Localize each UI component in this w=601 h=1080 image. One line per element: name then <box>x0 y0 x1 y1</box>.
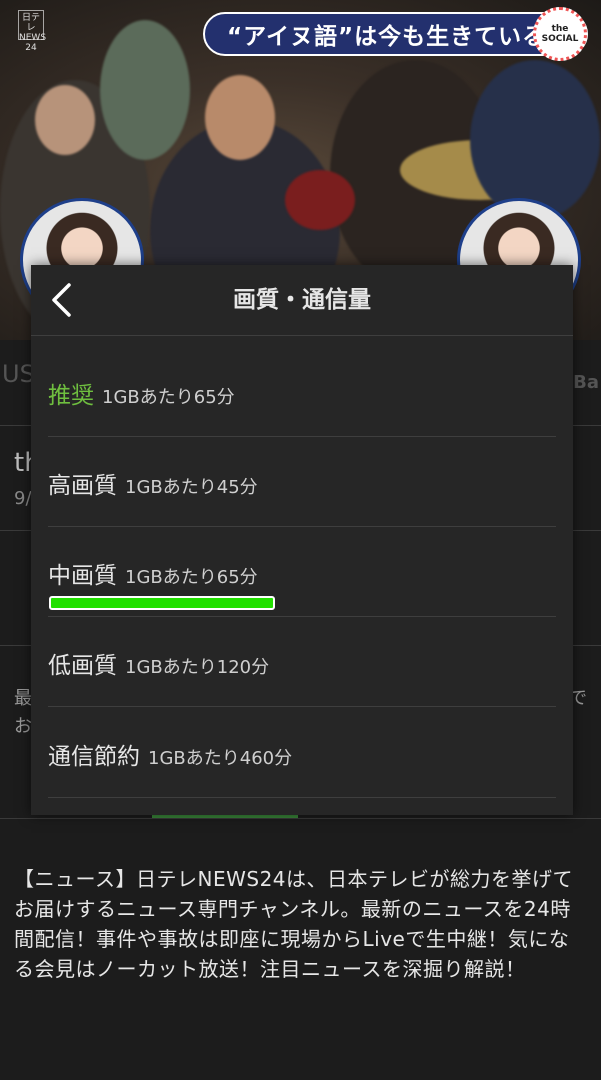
bg-fragment-o: お <box>14 716 32 737</box>
dialog-title: 画質・通信量 <box>233 287 371 313</box>
option-name: 推奨 <box>48 383 94 409</box>
quality-settings-dialog: 画質・通信量 推奨 1GBあたり65分 高画質 1GBあたり45分 中画質 1GBあた… <box>31 265 573 815</box>
option-desc: 1GBあたり120分 <box>125 657 270 678</box>
option-desc: 1GBあたり460分 <box>148 748 293 769</box>
chevron-left-icon <box>52 283 71 317</box>
quality-option-data-saver[interactable]: 通信節約 1GBあたり460分 <box>48 707 556 798</box>
social-logo-line2: SOCIAL <box>541 34 579 44</box>
option-name: 低画質 <box>48 653 117 679</box>
option-desc: 1GBあたり45分 <box>125 477 258 498</box>
channel-logo: 日テレ NEWS 24 <box>18 10 46 53</box>
quality-option-high[interactable]: 高画質 1GBあたり45分 <box>48 436 556 527</box>
quality-option-low[interactable]: 低画質 1GBあたり120分 <box>48 616 556 707</box>
option-name: 通信節約 <box>48 744 140 770</box>
bg-fragment-ba: Ba <box>573 372 599 393</box>
video-caption: “アイヌ語”は今も生きている <box>203 12 588 56</box>
social-logo: the SOCIAL <box>533 7 587 61</box>
channel-description: 【ニュース】日テレNEWS24は、日本テレビが総力を挙げてお届けするニュース専門… <box>14 867 574 981</box>
social-logo-line1: the <box>551 24 569 34</box>
option-desc: 1GBあたり65分 <box>102 387 235 408</box>
option-name: 中画質 <box>48 563 117 589</box>
quality-option-medium[interactable]: 中画質 1GBあたり65分 <box>48 526 556 617</box>
divider <box>0 818 601 819</box>
bg-fragment-sai: 最 <box>14 688 32 709</box>
back-button[interactable] <box>37 275 87 325</box>
option-name: 高画質 <box>48 473 117 499</box>
selected-indicator <box>49 596 275 610</box>
quality-option-recommended[interactable]: 推奨 1GBあたり65分 <box>48 346 556 437</box>
dialog-header: 画質・通信量 <box>31 265 573 336</box>
bg-fragment-date: 9/ <box>14 488 32 509</box>
option-desc: 1GBあたり65分 <box>125 567 258 588</box>
bg-fragment-us: US <box>2 360 35 388</box>
